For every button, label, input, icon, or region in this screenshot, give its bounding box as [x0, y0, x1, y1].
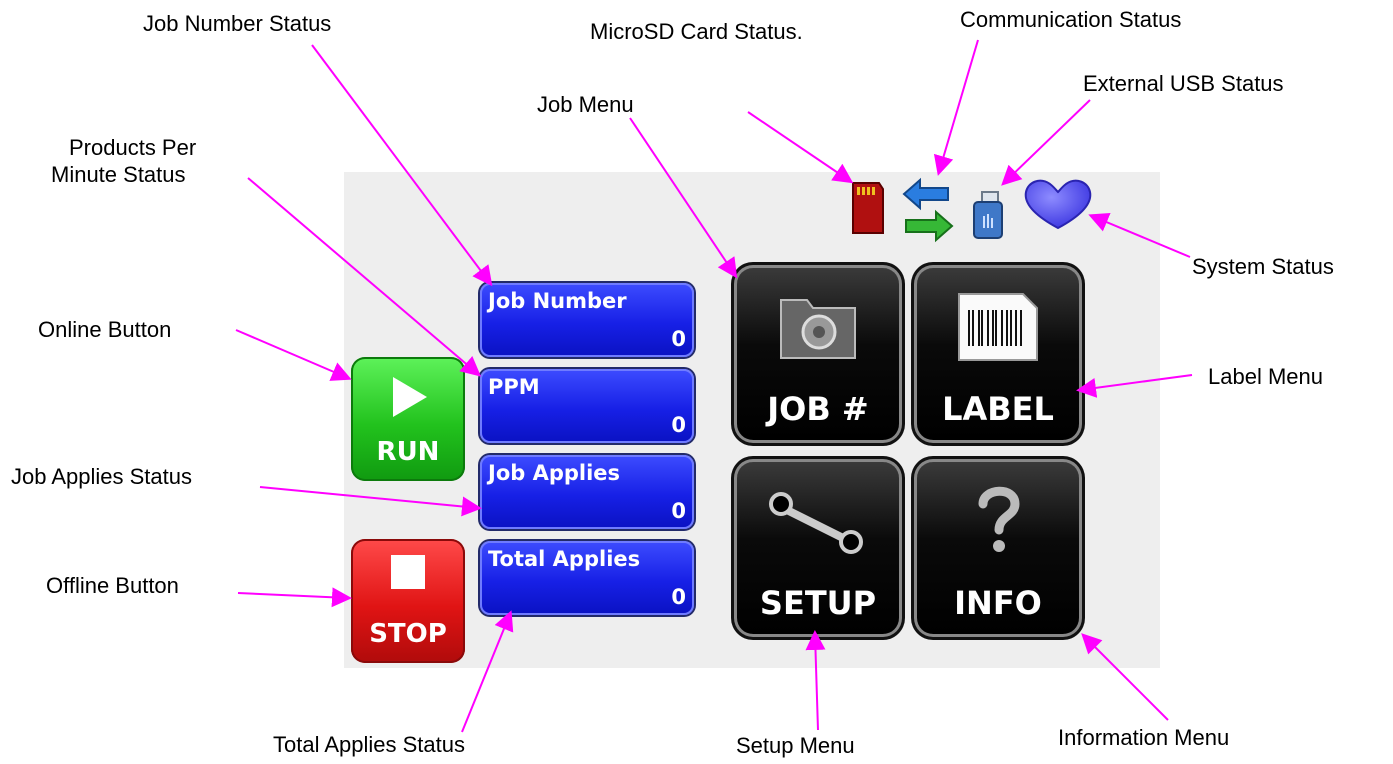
job-menu-button[interactable]: JOB # — [737, 268, 899, 440]
stop-icon — [391, 555, 425, 589]
stop-label: STOP — [369, 619, 447, 649]
callout-system-status: System Status — [1192, 254, 1334, 279]
wrench-icon — [769, 492, 863, 554]
job-applies-value: 0 — [671, 499, 686, 523]
heart-icon[interactable] — [1022, 178, 1094, 230]
callout-information-menu: Information Menu — [1058, 725, 1230, 750]
play-icon — [393, 377, 427, 417]
setup-menu-button[interactable]: SETUP — [737, 462, 899, 634]
label-menu-button[interactable]: LABEL — [917, 268, 1079, 440]
sync-arrows-icon[interactable] — [900, 176, 956, 244]
job-menu-label: JOB # — [767, 390, 869, 428]
callout-setup-menu: Setup Menu — [736, 733, 855, 758]
info-menu-label: INFO — [954, 584, 1042, 622]
total-applies-status[interactable]: Total Applies 0 — [480, 541, 694, 615]
callout-offline-button: Offline Button — [46, 573, 179, 598]
ppm-value: 0 — [671, 413, 686, 437]
ppm-status[interactable]: PPM 0 — [480, 369, 694, 443]
callout-microsd-status: MicroSD Card Status. — [590, 19, 803, 44]
question-mark-icon — [978, 486, 1020, 552]
info-menu-button[interactable]: INFO — [917, 462, 1079, 634]
setup-menu-label: SETUP — [759, 584, 877, 622]
run-button[interactable]: RUN — [351, 357, 465, 481]
job-applies-status[interactable]: Job Applies 0 — [480, 455, 694, 529]
job-applies-title: Job Applies — [488, 461, 621, 485]
callout-total-applies-status: Total Applies Status — [273, 732, 466, 757]
total-applies-value: 0 — [671, 585, 686, 609]
run-label: RUN — [376, 437, 440, 467]
barcode-label-icon — [958, 293, 1038, 361]
callout-ppm-status-2: Minute Status — [51, 162, 186, 187]
callout-job-menu: Job Menu — [537, 92, 634, 117]
callout-online-button: Online Button — [38, 317, 172, 342]
callout-ppm-status-1: Products Per — [69, 135, 197, 160]
ppm-title: PPM — [488, 375, 540, 399]
callout-external-usb-status: External USB Status — [1083, 71, 1284, 96]
job-number-value: 0 — [671, 327, 686, 351]
callout-label-menu: Label Menu — [1208, 364, 1323, 389]
callout-job-number-status: Job Number Status — [143, 11, 332, 36]
job-number-status[interactable]: Job Number 0 — [480, 283, 694, 357]
callout-job-applies-status: Job Applies Status — [11, 464, 193, 489]
label-menu-label: LABEL — [942, 390, 1054, 428]
callout-communication-status: Communication Status — [960, 7, 1182, 32]
usb-drive-icon[interactable] — [970, 190, 1006, 240]
folder-gear-icon — [780, 299, 856, 359]
job-number-title: Job Number — [488, 289, 627, 313]
microsd-card-icon[interactable] — [851, 181, 885, 235]
stop-button[interactable]: STOP — [351, 539, 465, 663]
total-applies-title: Total Applies — [488, 547, 641, 571]
